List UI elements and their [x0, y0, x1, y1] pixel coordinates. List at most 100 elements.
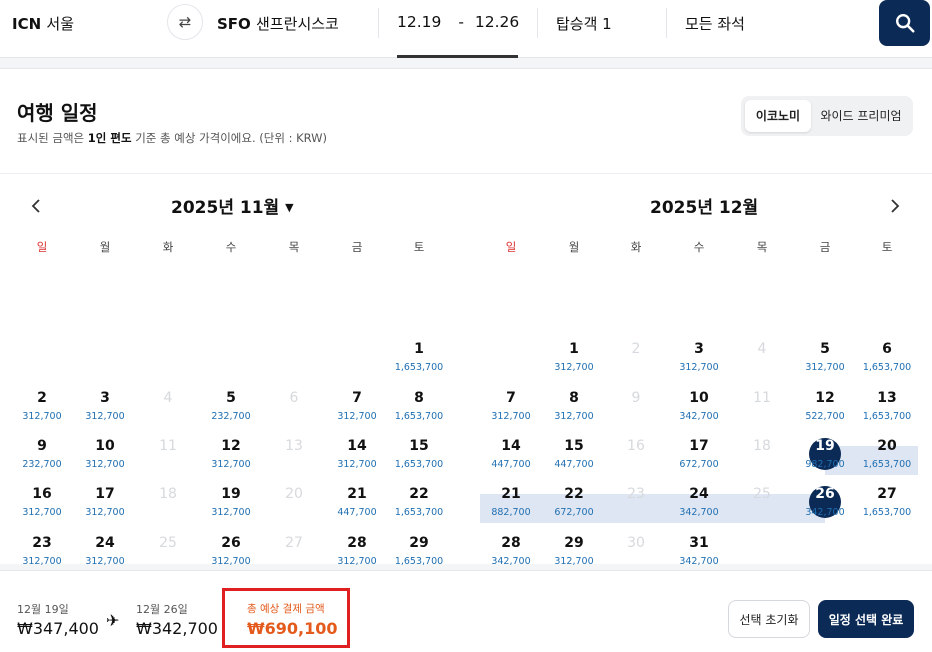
day-number: 11 [753, 390, 771, 406]
weekday-label: 월 [99, 240, 111, 254]
calendar-day-cell[interactable]: 17 312,700 [74, 485, 136, 518]
calendar-day-cell[interactable]: 12 522,700 [794, 389, 856, 422]
passenger-field[interactable]: 탑승객 1 [556, 13, 612, 34]
calendar-day-cell[interactable]: 14 447,700 [480, 437, 542, 470]
cabin-option-wide-premium[interactable]: 와이드 프리미엄 [813, 100, 909, 132]
calendar-day-cell: 16 [605, 437, 667, 455]
cabin-field[interactable]: 모든 좌석 [685, 13, 745, 34]
calendar-day-cell[interactable]: 19 982,700 [794, 437, 856, 470]
calendar-day-cell[interactable]: 12 312,700 [200, 437, 262, 470]
day-number: 10 [689, 390, 709, 406]
weekday-label: 금 [351, 240, 363, 254]
weekday-label: 월 [568, 240, 580, 254]
origin-field[interactable]: ICN 서울 [12, 13, 74, 34]
search-button[interactable] [879, 0, 930, 46]
destination-field[interactable]: SFO 샌프란시스코 [217, 13, 339, 34]
calendar-day-cell: 27 [263, 534, 325, 552]
complete-selection-button[interactable]: 일정 선택 완료 [818, 600, 914, 638]
day-price: 1,653,700 [862, 362, 912, 373]
calendar-day-cell[interactable]: 29 312,700 [543, 534, 605, 567]
calendar-day-cell[interactable]: 10 312,700 [74, 437, 136, 470]
calendar-day-cell[interactable]: 28 342,700 [480, 534, 542, 567]
calendar-day-cell[interactable]: 3 312,700 [668, 340, 730, 373]
calendar-day-cell[interactable]: 27 1,653,700 [856, 485, 918, 518]
calendar-day-cell[interactable]: 8 1,653,700 [388, 389, 450, 422]
calendar-day-cell[interactable]: 19 312,700 [200, 485, 262, 518]
prev-month-button[interactable] [30, 198, 42, 219]
day-number: 21 [501, 486, 521, 502]
price-note-prefix: 표시된 금액은 [17, 131, 88, 145]
calendar-day-cell[interactable]: 26 312,700 [200, 534, 262, 567]
date-range-field[interactable]: 12.19 - 12.26 [397, 13, 519, 31]
airplane-icon: ✈ [106, 611, 120, 630]
calendar-day-cell[interactable]: 2 312,700 [11, 389, 73, 422]
day-price: 1,653,700 [394, 411, 444, 422]
return-date-label: 12월 26일 [136, 603, 188, 616]
weekday-label: 일 [36, 240, 48, 254]
next-month-button[interactable] [889, 198, 901, 219]
day-price: 312,700 [22, 556, 62, 567]
calendar-day-cell[interactable]: 28 312,700 [326, 534, 388, 567]
calendar-day-cell[interactable]: 24 342,700 [668, 485, 730, 518]
day-number: 20 [877, 438, 897, 454]
day-price: 312,700 [554, 556, 594, 567]
day-number: 7 [506, 390, 516, 406]
calendar-day-cell[interactable]: 5 312,700 [794, 340, 856, 373]
calendar-day-cell[interactable]: 10 342,700 [668, 389, 730, 422]
calendar-day-cell[interactable]: 24 312,700 [74, 534, 136, 567]
cabin-option-economy[interactable]: 이코노미 [745, 100, 811, 132]
calendar-day-cell[interactable]: 14 312,700 [326, 437, 388, 470]
calendar-day-cell: 11 [731, 389, 793, 407]
search-bar: ICN 서울 ⇄ SFO 샌프란시스코 12.19 - 12.26 탑승객 1 … [0, 0, 932, 58]
price-note-suffix: 기준 총 예상 가격이에요. (단위 : KRW) [131, 131, 328, 145]
calendar-day-cell[interactable]: 1 1,653,700 [388, 340, 450, 373]
calendar-day-cell: 30 [605, 534, 667, 552]
day-price: 312,700 [211, 507, 251, 518]
day-number: 12 [221, 438, 241, 454]
calendar-day-cell[interactable]: 7 312,700 [326, 389, 388, 422]
calendar-day-cell[interactable]: 17 672,700 [668, 437, 730, 470]
day-number: 22 [564, 486, 584, 502]
calendar-day-cell[interactable]: 9 232,700 [11, 437, 73, 470]
calendar-day-cell[interactable]: 20 1,653,700 [856, 437, 918, 470]
day-price: 232,700 [22, 459, 62, 470]
calendar-day-cell[interactable]: 22 672,700 [543, 485, 605, 518]
calendar-day-cell[interactable]: 16 312,700 [11, 485, 73, 518]
weekday-label: 목 [756, 240, 768, 254]
calendar-day-cell[interactable]: 13 1,653,700 [856, 389, 918, 422]
day-price: 1,653,700 [862, 411, 912, 422]
day-number: 6 [289, 390, 299, 406]
calendar-day-cell[interactable]: 22 1,653,700 [388, 485, 450, 518]
weekday-label: 화 [162, 240, 174, 254]
calendar-day-cell[interactable]: 1 312,700 [543, 340, 605, 373]
calendar-day-cell[interactable]: 31 342,700 [668, 534, 730, 567]
calendar-day-cell[interactable]: 6 1,653,700 [856, 340, 918, 373]
calendar-day-cell[interactable]: 21 447,700 [326, 485, 388, 518]
day-number: 15 [564, 438, 584, 454]
chevron-left-icon [31, 199, 40, 213]
page-title: 여행 일정 [17, 101, 98, 125]
calendar-day-cell[interactable]: 7 312,700 [480, 389, 542, 422]
calendar-day-cell[interactable]: 15 447,700 [543, 437, 605, 470]
day-number: 14 [347, 438, 367, 454]
calendar-day-cell[interactable]: 21 882,700 [480, 485, 542, 518]
calendar-day-cell: 23 [605, 485, 667, 503]
weekday-label: 수 [693, 240, 705, 254]
calendar-day-cell[interactable]: 26 342,700 [794, 485, 856, 518]
calendar-day-cell: 2 [605, 340, 667, 358]
day-price: 1,653,700 [862, 459, 912, 470]
calendar-day-cell[interactable]: 23 312,700 [11, 534, 73, 567]
itinerary-panel: 여행 일정 표시된 금액은 1인 편도 기준 총 예상 가격이에요. (단위 :… [0, 68, 932, 615]
reset-selection-button[interactable]: 선택 초기화 [728, 600, 810, 638]
calendar-day-cell[interactable]: 3 312,700 [74, 389, 136, 422]
calendar-day-cell[interactable]: 5 232,700 [200, 389, 262, 422]
swap-route-button[interactable]: ⇄ [167, 4, 203, 40]
day-number: 1 [414, 341, 424, 357]
day-number: 28 [347, 535, 367, 551]
calendar-day-cell[interactable]: 29 1,653,700 [388, 534, 450, 567]
day-number: 8 [569, 390, 579, 406]
month-title-november[interactable]: 2025년 11월 ▼ [171, 193, 294, 218]
price-note-bold: 1인 편도 [87, 131, 132, 145]
calendar-day-cell[interactable]: 15 1,653,700 [388, 437, 450, 470]
calendar-day-cell[interactable]: 8 312,700 [543, 389, 605, 422]
